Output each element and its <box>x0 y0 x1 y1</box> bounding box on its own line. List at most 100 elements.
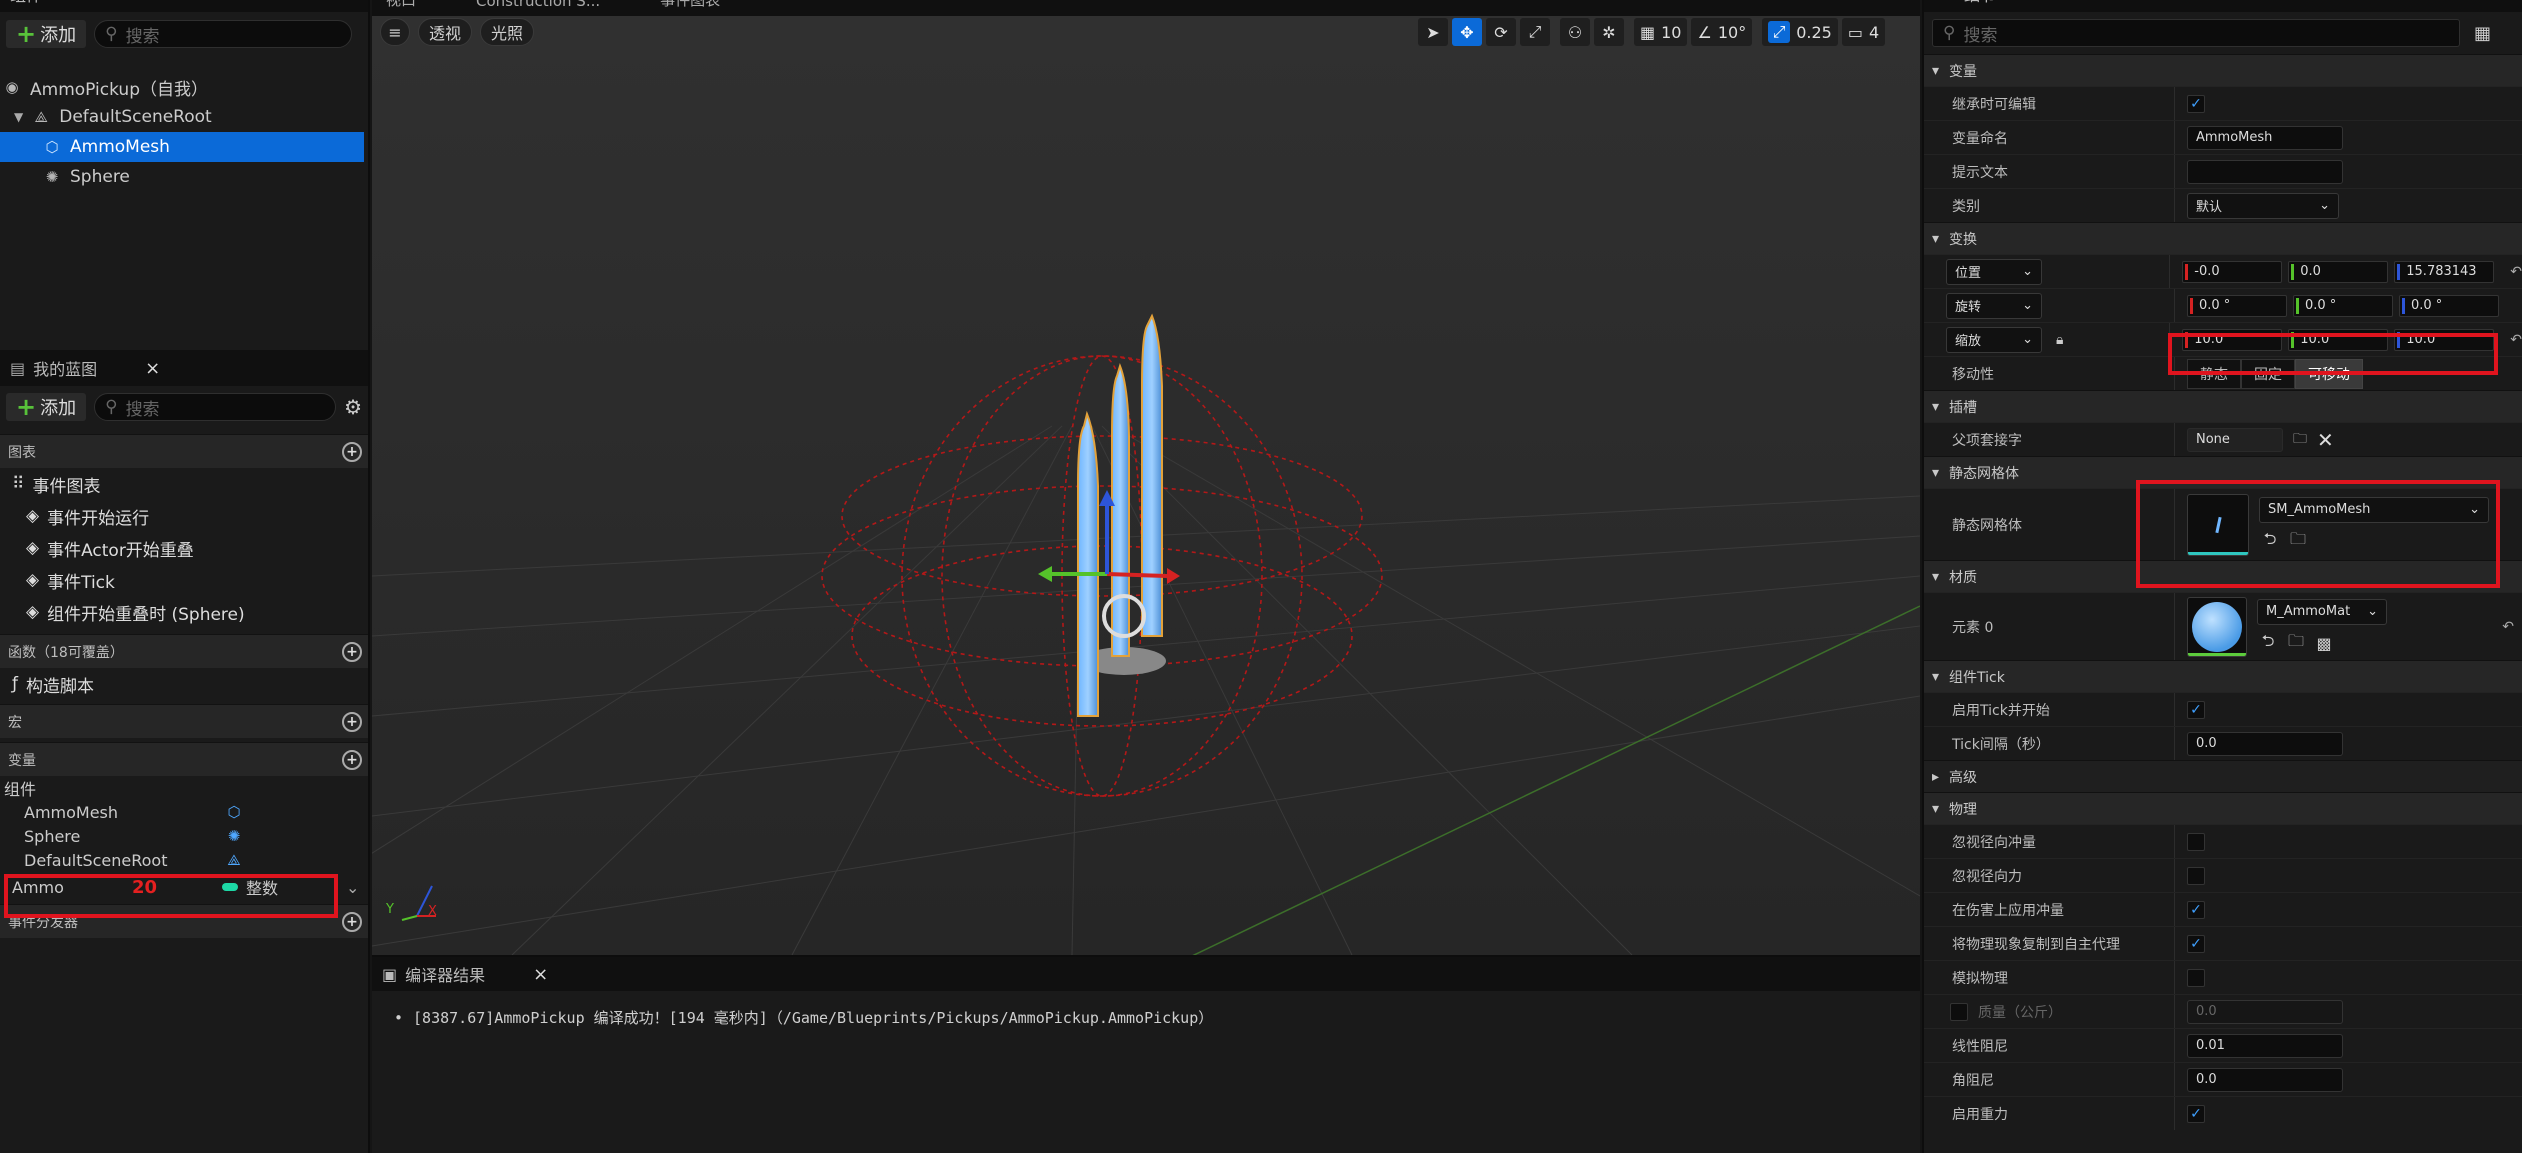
graphs-section-header[interactable]: 图表 + <box>0 434 368 468</box>
tab-event-graph[interactable]: 事件图表 <box>660 0 720 10</box>
tab-compiler-results[interactable]: ▣ 编译器结果 × <box>382 962 548 986</box>
tab-construction-script[interactable]: Construction S... <box>476 0 600 10</box>
rotate-mode-icon[interactable]: ⟳ <box>1486 18 1516 46</box>
add-component-button[interactable]: + 添加 <box>6 20 87 48</box>
scale-dropdown[interactable]: 缩放 ⌄ <box>1946 326 2042 353</box>
mobility-movable-button[interactable]: 可移动 <box>2295 358 2363 389</box>
tooltip-input[interactable] <box>2187 159 2343 184</box>
section-advanced[interactable]: ▸ 高级 <box>1924 760 2522 792</box>
ammo-variable-row[interactable]: Ammo 20 整数 ⌄ <box>0 872 368 902</box>
editable-checkbox[interactable]: ✓ <box>2187 94 2205 113</box>
gear-icon[interactable]: ⚙ <box>344 395 362 419</box>
tree-item-ammomesh[interactable]: ⬡ AmmoMesh <box>0 132 364 162</box>
translate-mode-icon[interactable]: ✥ <box>1452 18 1482 46</box>
use-selected-icon[interactable]: ⮌ <box>2257 631 2279 655</box>
mass-override-checkbox[interactable] <box>1950 1002 1968 1021</box>
close-icon[interactable]: × <box>2124 0 2139 5</box>
static-mesh-dropdown[interactable]: SM_AmmoMesh ⌄ <box>2259 496 2489 523</box>
blueprint-search-input[interactable]: ⚲ 搜索 <box>94 393 337 421</box>
surface-snap-icon[interactable]: ✲ <box>1594 18 1624 46</box>
close-icon[interactable]: × <box>60 0 75 5</box>
rotation-x-input[interactable]: 0.0 ° <box>2187 294 2287 317</box>
replicate-physics-checkbox[interactable]: ✓ <box>2187 934 2205 953</box>
material-dropdown[interactable]: M_AmmoMat ⌄ <box>2257 598 2387 625</box>
add-member-button[interactable]: + 添加 <box>6 393 87 421</box>
event-item[interactable]: ◈ 事件Tick <box>0 564 368 596</box>
details-search-input[interactable]: ⚲ 搜索 <box>1932 19 2460 47</box>
linear-damping-input[interactable]: 0.01 <box>2187 1033 2343 1058</box>
section-static-mesh[interactable]: ▾ 静态网格体 <box>1924 456 2522 488</box>
reset-arrow-icon[interactable]: ↶ <box>2510 264 2522 280</box>
reset-arrow-icon[interactable]: ↶ <box>2510 332 2522 348</box>
dispatchers-section-header[interactable]: 事件分发器 + <box>0 904 368 938</box>
mobility-stationary-button[interactable]: 固定 <box>2241 358 2295 389</box>
select-mode-icon[interactable]: ➤ <box>1418 18 1448 46</box>
grid-snap-button[interactable]: ▦ 10 <box>1634 18 1688 46</box>
event-item[interactable]: ◈ 组件开始重叠时 (Sphere) <box>0 596 368 628</box>
rotation-z-input[interactable]: 0.0 ° <box>2399 294 2499 317</box>
perspective-button[interactable]: 透视 <box>418 18 473 46</box>
mobility-static-button[interactable]: 静态 <box>2187 358 2241 389</box>
location-z-input[interactable]: 15.783143 <box>2394 260 2495 283</box>
rotation-snap-button[interactable]: ∠ 10° <box>1691 18 1753 46</box>
scale-snap-button[interactable]: ⤢ 0.25 <box>1762 18 1838 46</box>
viewport-menu-button[interactable]: ≡ <box>380 18 410 46</box>
macros-section-header[interactable]: 宏 + <box>0 704 368 738</box>
lock-icon[interactable]: 🔒︎ <box>2056 332 2063 348</box>
tree-item-ammopickup[interactable]: ◉ AmmoPickup（自我） <box>0 72 368 102</box>
construction-script-item[interactable]: ƒ 构造脚本 <box>0 668 368 700</box>
section-physics[interactable]: ▾ 物理 <box>1924 792 2522 824</box>
table-view-icon[interactable]: ▦ <box>2474 23 2491 44</box>
angular-damping-input[interactable]: 0.0 <box>2187 1067 2343 1092</box>
static-mesh-thumbnail[interactable] <box>2187 493 2249 556</box>
tab-viewport[interactable]: 视口 <box>386 0 416 10</box>
ignore-radial-force-checkbox[interactable] <box>2187 866 2205 885</box>
close-icon[interactable]: × <box>533 964 548 985</box>
camera-speed-button[interactable]: ▭ 4 <box>1841 18 1886 46</box>
add-variable-icon[interactable]: + <box>342 749 362 770</box>
ignore-radial-impulse-checkbox[interactable] <box>2187 832 2205 851</box>
coordinate-space-icon[interactable]: ⚇ <box>1560 18 1590 46</box>
rotation-y-input[interactable]: 0.0 ° <box>2293 294 2393 317</box>
material-options-icon[interactable]: ▩ <box>2313 633 2335 655</box>
chevron-down-icon[interactable]: ⌄ <box>346 878 359 897</box>
section-transform[interactable]: ▾ 变换 <box>1924 222 2522 254</box>
start-tick-checkbox[interactable]: ✓ <box>2187 700 2205 719</box>
component-var-sphere[interactable]: Sphere ✺ <box>0 824 368 848</box>
section-component-tick[interactable]: ▾ 组件Tick <box>1924 660 2522 692</box>
browse-folder-icon[interactable]: 🗀︎ <box>2293 428 2307 452</box>
components-search-input[interactable]: ⚲ 搜索 <box>94 20 353 48</box>
scale-x-input[interactable]: 10.0 <box>2182 328 2283 351</box>
scale-z-input[interactable]: 10.0 <box>2394 328 2495 351</box>
close-icon[interactable]: × <box>145 358 160 379</box>
component-var-ammomesh[interactable]: AmmoMesh ⬡ <box>0 800 368 824</box>
browse-folder-icon[interactable]: 🗀︎ <box>2287 529 2309 553</box>
event-graph-item[interactable]: ⠿ 事件图表 <box>0 468 368 500</box>
viewport[interactable]: Y X ≡ 透视 光照 ➤ ✥ ⟳ ⤢ ⚇ ✲ ▦ 10 ∠ 10° ⤢ 0.25 ▭… <box>372 16 1920 955</box>
tab-details[interactable]: 细节 × <box>1964 0 2139 6</box>
component-var-defaultsceneroot[interactable]: DefaultSceneRoot ⟁ <box>0 848 368 872</box>
scale-mode-icon[interactable]: ⤢ <box>1520 18 1550 46</box>
tab-my-blueprint[interactable]: ▤ 我的蓝图 × <box>10 356 160 380</box>
clear-x-icon[interactable]: ✕ <box>2317 428 2334 452</box>
section-variable[interactable]: ▾ 变量 <box>1924 54 2522 86</box>
reset-arrow-icon[interactable]: ↶ <box>2502 619 2514 635</box>
location-y-input[interactable]: 0.0 <box>2288 260 2389 283</box>
add-graph-icon[interactable]: + <box>342 441 362 462</box>
enable-gravity-checkbox[interactable]: ✓ <box>2187 1104 2205 1123</box>
chevron-down-icon[interactable]: ▼ <box>14 110 23 124</box>
section-sockets[interactable]: ▾ 插槽 <box>1924 390 2522 422</box>
variables-section-header[interactable]: 变量 + <box>0 742 368 776</box>
components-group[interactable]: 组件 <box>0 776 368 800</box>
material-thumbnail[interactable] <box>2187 596 2247 657</box>
section-materials[interactable]: ▾ 材质 <box>1924 560 2522 592</box>
add-function-icon[interactable]: + <box>342 641 362 662</box>
add-macro-icon[interactable]: + <box>342 711 362 732</box>
category-dropdown[interactable]: 默认 ⌄ <box>2187 192 2339 219</box>
tab-components[interactable]: 组件 × <box>10 0 75 6</box>
lit-button[interactable]: 光照 <box>480 18 535 46</box>
add-dispatcher-icon[interactable]: + <box>342 911 362 932</box>
location-dropdown[interactable]: 位置 ⌄ <box>1946 258 2042 285</box>
functions-section-header[interactable]: 函数（18可覆盖） + <box>0 634 368 668</box>
rotation-dropdown[interactable]: 旋转 ⌄ <box>1946 292 2042 319</box>
